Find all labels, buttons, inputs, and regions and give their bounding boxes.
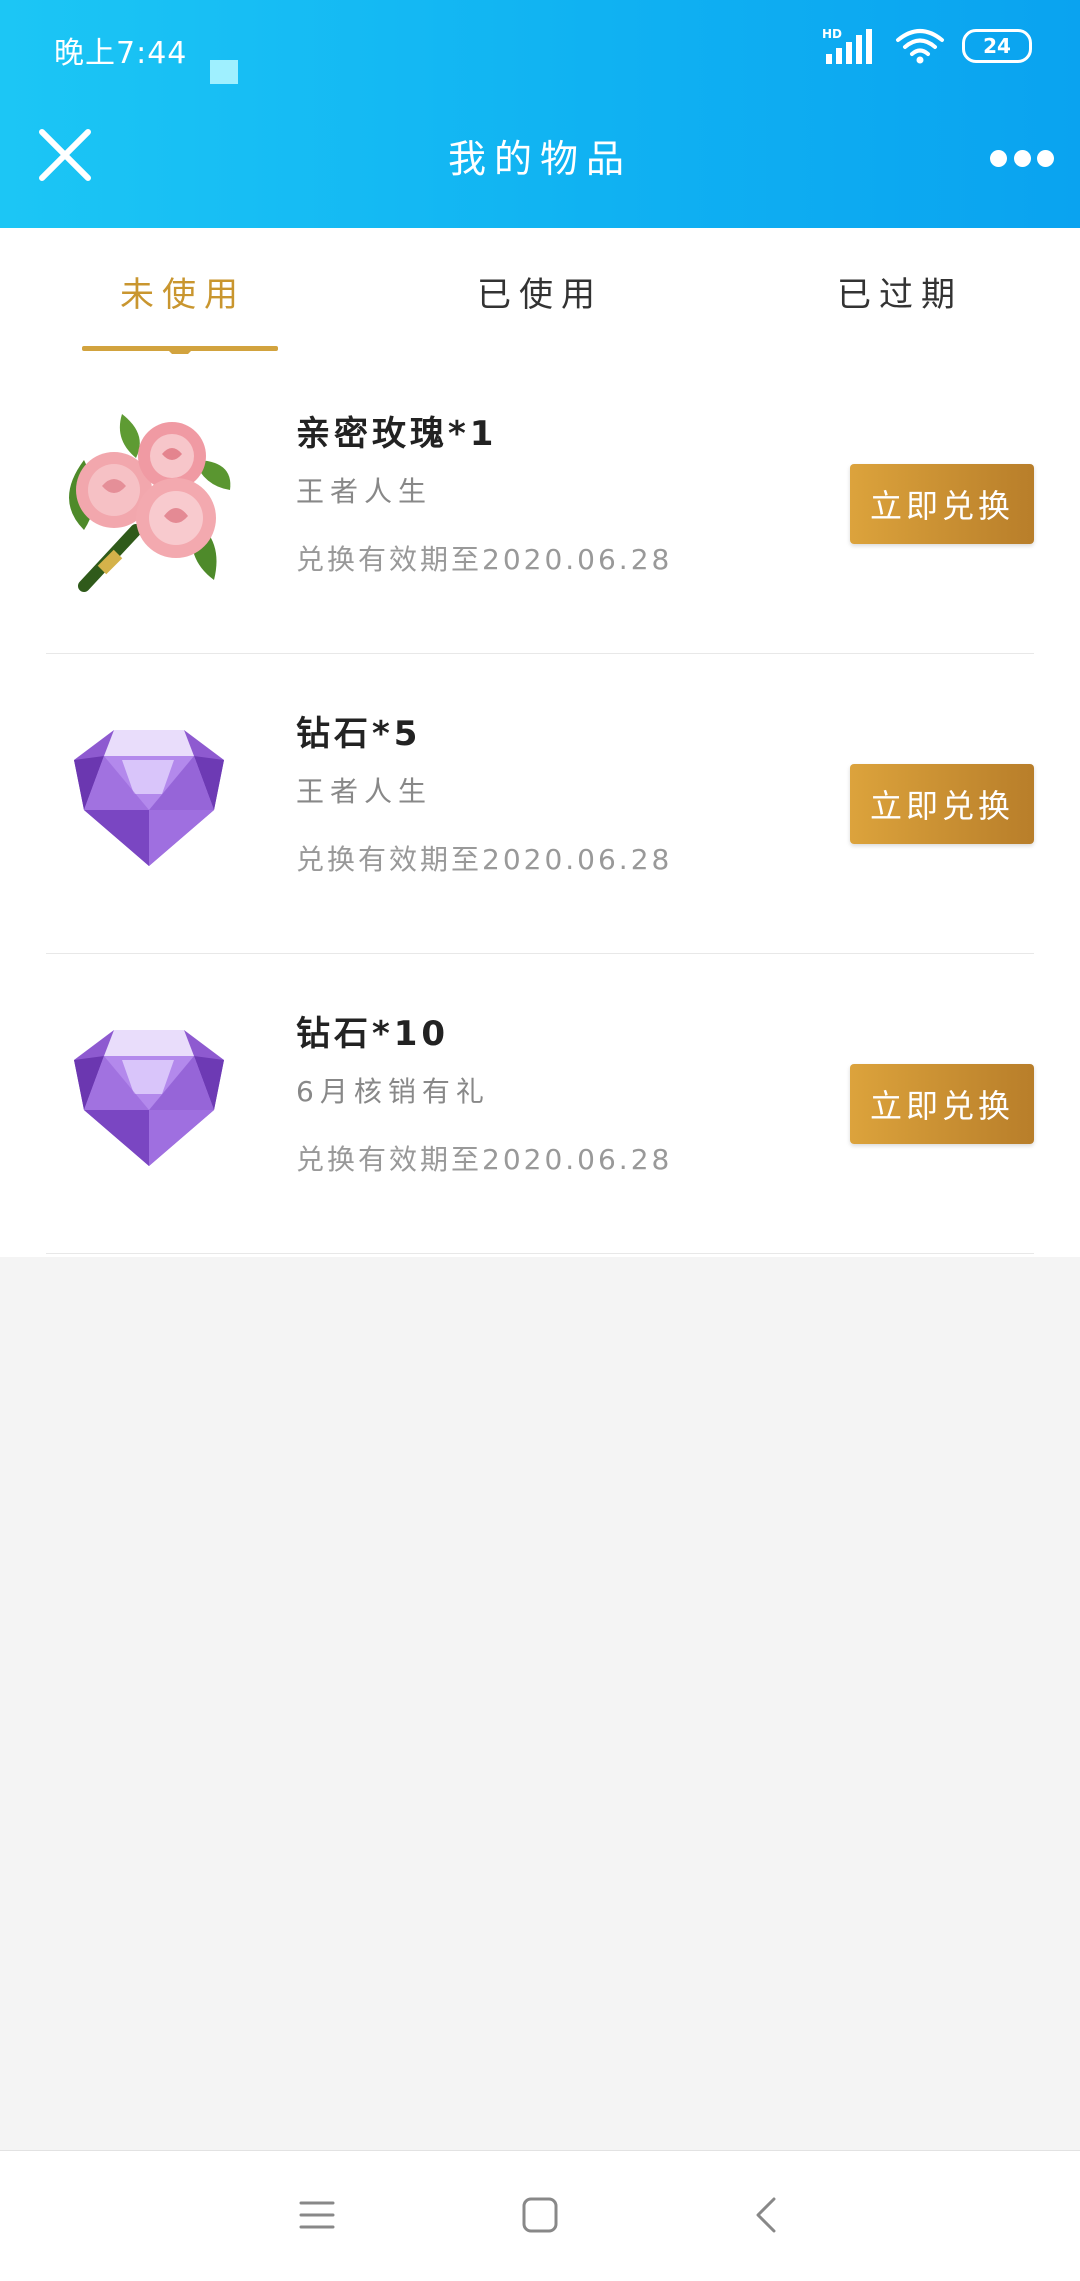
item-name: 钻石*10	[296, 1014, 450, 1054]
top-bar: 晚上7:44 HD 24 我的物品	[0, 0, 1080, 228]
status-icons: HD 24	[822, 24, 1032, 68]
tab-bar: 未使用 已使用 已过期	[0, 228, 1080, 362]
home-icon[interactable]	[516, 2191, 564, 2239]
purple-diamond-icon	[74, 1030, 224, 1166]
system-nav-bar	[0, 2150, 1080, 2281]
list-item: 钻石*5 王者人生 兑换有效期至2020.06.28 立即兑换	[0, 654, 1080, 954]
item-name: 钻石*5	[296, 714, 422, 754]
divider	[46, 1253, 1034, 1254]
tab-used[interactable]: 已使用	[415, 228, 665, 354]
purple-diamond-icon	[74, 730, 224, 866]
back-icon[interactable]	[744, 2191, 792, 2239]
wifi-icon	[896, 29, 944, 64]
dot	[1013, 149, 1031, 167]
item-validity: 兑换有效期至2020.06.28	[296, 543, 673, 576]
tab-expired[interactable]: 已过期	[775, 228, 1025, 354]
item-source: 6月核销有礼	[296, 1075, 490, 1108]
item-validity: 兑换有效期至2020.06.28	[296, 843, 673, 876]
tab-unused[interactable]: 未使用	[58, 228, 308, 354]
menu-icon[interactable]	[293, 2191, 341, 2239]
dot	[990, 149, 1007, 167]
redeem-button[interactable]: 立即兑换	[850, 764, 1034, 844]
dot	[1037, 149, 1054, 167]
item-list: 亲密玫瑰*1 王者人生 兑换有效期至2020.06.28 立即兑换 钻石*5 王…	[0, 354, 1080, 1257]
item-validity: 兑换有效期至2020.06.28	[296, 1143, 673, 1176]
battery-indicator: 24	[962, 29, 1032, 63]
list-item: 亲密玫瑰*1 王者人生 兑换有效期至2020.06.28 立即兑换	[0, 354, 1080, 654]
network-label: HD	[822, 27, 842, 41]
redeem-button[interactable]: 立即兑换	[850, 1064, 1034, 1144]
item-source: 王者人生	[296, 775, 433, 808]
rose-bouquet-icon	[69, 414, 231, 592]
page-title: 我的物品	[447, 137, 632, 181]
more-options-icon[interactable]	[990, 148, 1054, 168]
item-source: 王者人生	[296, 475, 433, 508]
status-time: 晚上7:44	[54, 36, 188, 71]
notification-icon	[210, 60, 238, 84]
item-name: 亲密玫瑰*1	[296, 414, 498, 454]
signal-icon: HD	[822, 27, 872, 64]
list-item: 钻石*10 6月核销有礼 兑换有效期至2020.06.28 立即兑换	[0, 954, 1080, 1254]
redeem-button[interactable]: 立即兑换	[850, 464, 1034, 544]
